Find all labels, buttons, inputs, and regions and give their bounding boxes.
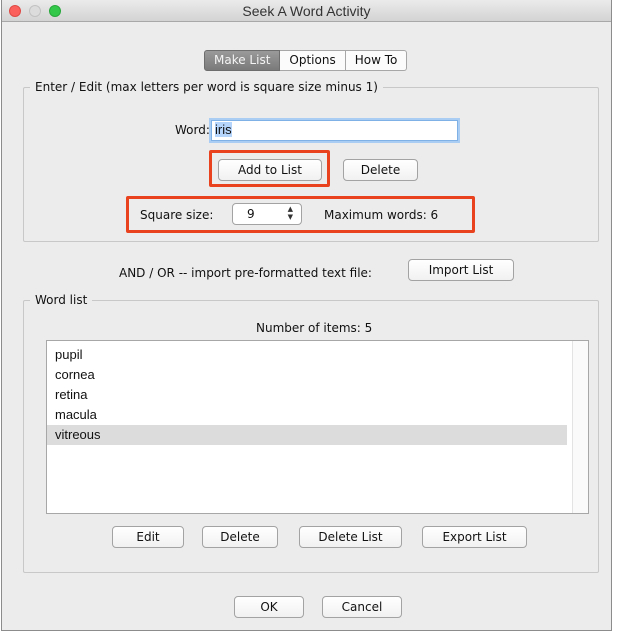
tab-how-to[interactable]: How To xyxy=(345,50,408,71)
edit-button[interactable]: Edit xyxy=(112,526,184,548)
delete-item-button[interactable]: Delete xyxy=(202,526,278,548)
stepper-arrows-icon[interactable]: ▲ ▼ xyxy=(288,205,293,221)
word-input-value: iris xyxy=(215,122,232,137)
max-words-text: Maximum words: 6 xyxy=(324,208,439,222)
ok-button[interactable]: OK xyxy=(234,596,304,618)
square-size-stepper[interactable]: 9 ▲ ▼ xyxy=(232,203,302,225)
item-count-text: Number of items: 5 xyxy=(256,321,373,335)
import-label: AND / OR -- import pre-formatted text fi… xyxy=(119,266,372,280)
app-window: Seek A Word Activity Make List Options H… xyxy=(1,0,612,631)
window-title: Seek A Word Activity xyxy=(242,3,371,19)
list-item[interactable]: retina xyxy=(47,385,567,405)
add-to-list-button[interactable]: Add to List xyxy=(218,159,322,181)
list-item[interactable]: cornea xyxy=(47,365,567,385)
entry-group-legend: Enter / Edit (max letters per word is sq… xyxy=(35,80,378,94)
import-list-button[interactable]: Import List xyxy=(408,259,514,281)
list-item-selected[interactable]: vitreous xyxy=(47,425,567,445)
export-list-button[interactable]: Export List xyxy=(422,526,527,548)
tab-make-list[interactable]: Make List xyxy=(204,50,281,71)
square-size-label: Square size: xyxy=(140,208,214,222)
word-list[interactable]: pupil cornea retina macula vitreous xyxy=(46,340,589,514)
square-size-value: 9 xyxy=(247,207,255,221)
word-input[interactable]: iris xyxy=(211,120,458,141)
cancel-button[interactable]: Cancel xyxy=(322,596,402,618)
title-bar[interactable]: Seek A Word Activity xyxy=(2,0,611,22)
list-item[interactable]: pupil xyxy=(47,345,567,365)
list-scrollbar[interactable] xyxy=(572,341,588,513)
tab-bar: Make List Options How To xyxy=(204,50,408,71)
list-item[interactable]: macula xyxy=(47,405,567,425)
word-list-legend: Word list xyxy=(35,293,88,307)
word-label: Word: xyxy=(175,123,210,137)
delete-list-button[interactable]: Delete List xyxy=(299,526,402,548)
delete-word-button[interactable]: Delete xyxy=(343,159,418,181)
tab-options[interactable]: Options xyxy=(280,50,346,71)
